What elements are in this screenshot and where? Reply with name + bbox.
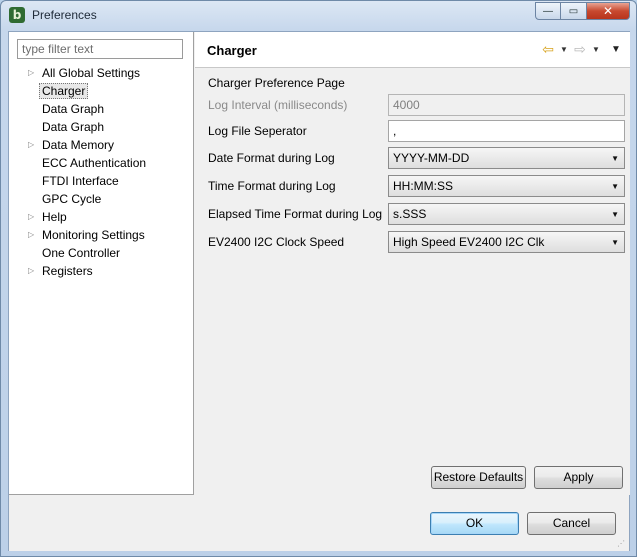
log-file-separator-label: Log File Seperator <box>208 124 307 138</box>
elapsed-format-select[interactable]: s.SSS ▼ <box>388 203 625 225</box>
minimize-button[interactable]: — <box>535 2 561 20</box>
time-format-value: HH:MM:SS <box>393 179 453 193</box>
page-title: Charger <box>207 43 257 58</box>
date-format-value: YYYY-MM-DD <box>393 151 470 165</box>
tree-item-label: ECC Authentication <box>42 156 147 170</box>
filter-input[interactable] <box>17 39 183 59</box>
close-icon: ✕ <box>602 4 614 18</box>
tree-item-label: One Controller <box>42 246 121 260</box>
app-icon: b <box>9 7 25 23</box>
minimize-icon: — <box>543 5 553 17</box>
title-bar[interactable]: b Preferences — ▭ ✕ <box>1 1 636 31</box>
time-format-row: Time Format during Log HH:MM:SS ▼ <box>208 175 625 197</box>
elapsed-format-row: Elapsed Time Format during Log s.SSS ▼ <box>208 203 625 225</box>
window-title: Preferences <box>32 8 97 22</box>
maximize-button[interactable]: ▭ <box>561 2 587 20</box>
tree-item-help[interactable]: ▷ Help <box>9 208 193 226</box>
back-arrow-icon[interactable]: ⇦ <box>540 41 556 58</box>
tree-item-ecc-authentication[interactable]: ECC Authentication <box>9 154 193 172</box>
dialog-footer: OK Cancel ⋰ <box>9 496 629 551</box>
date-format-select[interactable]: YYYY-MM-DD ▼ <box>388 147 625 169</box>
tree-item-label: GPC Cycle <box>42 192 102 206</box>
tree-item-data-memory[interactable]: ▷ Data Memory <box>9 136 193 154</box>
log-file-separator-row: Log File Seperator , <box>208 120 625 142</box>
cancel-button[interactable]: Cancel <box>527 512 616 535</box>
maximize-icon: ▭ <box>568 5 579 17</box>
history-navigation: ⇦ ▼ ⇨ ▼ ▼ <box>540 41 624 58</box>
expand-arrow-icon[interactable]: ▷ <box>28 208 38 226</box>
tree-item-all-global-settings[interactable]: ▷ All Global Settings <box>9 64 193 82</box>
elapsed-format-label: Elapsed Time Format during Log <box>208 207 383 221</box>
dialog-client-area: ▷ All Global Settings Charger Data Graph… <box>8 31 630 551</box>
time-format-label: Time Format during Log <box>208 179 336 193</box>
tree-item-monitoring-settings[interactable]: ▷ Monitoring Settings <box>9 226 193 244</box>
tree-item-one-controller[interactable]: One Controller <box>9 244 193 262</box>
expand-arrow-icon[interactable]: ▷ <box>28 136 38 154</box>
tree-item-label: Data Graph <box>42 120 105 134</box>
tree-item-charger[interactable]: Charger <box>9 82 193 100</box>
expand-arrow-icon[interactable]: ▷ <box>28 64 38 82</box>
tree-item-label: All Global Settings <box>42 66 141 80</box>
tree-item-data-graph[interactable]: Data Graph <box>9 100 193 118</box>
restore-defaults-button[interactable]: Restore Defaults <box>431 466 526 489</box>
tree-item-data-graph-2[interactable]: Data Graph <box>9 118 193 136</box>
chevron-down-icon: ▼ <box>611 154 619 163</box>
time-format-select[interactable]: HH:MM:SS ▼ <box>388 175 625 197</box>
expand-arrow-icon[interactable]: ▷ <box>28 226 38 244</box>
clock-speed-row: EV2400 I2C Clock Speed High Speed EV2400… <box>208 231 625 253</box>
clock-speed-label: EV2400 I2C Clock Speed <box>208 235 345 249</box>
elapsed-format-value: s.SSS <box>393 207 427 221</box>
tree-item-label: FTDI Interface <box>42 174 119 188</box>
tree-item-label: Data Graph <box>42 102 105 116</box>
page-description: Charger Preference Page <box>208 76 345 90</box>
resize-grip-icon[interactable]: ⋰ <box>617 539 627 549</box>
clock-speed-select[interactable]: High Speed EV2400 I2C Clk ▼ <box>388 231 625 253</box>
expand-arrow-icon[interactable]: ▷ <box>28 262 38 280</box>
tree-item-gpc-cycle[interactable]: GPC Cycle <box>9 190 193 208</box>
forward-arrow-icon[interactable]: ⇨ <box>572 41 588 58</box>
preferences-window: b Preferences — ▭ ✕ ▷ All Global Setting… <box>0 0 637 557</box>
view-menu-icon[interactable]: ▼ <box>608 44 624 55</box>
back-dropdown-icon[interactable]: ▼ <box>558 45 570 54</box>
close-button[interactable]: ✕ <box>587 2 630 20</box>
apply-button[interactable]: Apply <box>534 466 623 489</box>
chevron-down-icon: ▼ <box>611 182 619 191</box>
ok-button[interactable]: OK <box>430 512 519 535</box>
tree-item-ftdi-interface[interactable]: FTDI Interface <box>9 172 193 190</box>
log-interval-row: Log Interval (milliseconds) 4000 <box>208 94 625 116</box>
log-file-separator-field[interactable]: , <box>388 120 625 142</box>
chevron-down-icon: ▼ <box>611 210 619 219</box>
date-format-label: Date Format during Log <box>208 151 335 165</box>
preference-page: Charger ⇦ ▼ ⇨ ▼ ▼ Charger Preference Pag… <box>195 32 630 495</box>
tree-item-label: Monitoring Settings <box>42 228 145 242</box>
window-controls: — ▭ ✕ <box>535 2 630 20</box>
tree-item-registers[interactable]: ▷ Registers <box>9 262 193 280</box>
forward-dropdown-icon[interactable]: ▼ <box>590 45 602 54</box>
log-interval-field: 4000 <box>388 94 625 116</box>
tree-item-label: Data Memory <box>42 138 115 152</box>
clock-speed-value: High Speed EV2400 I2C Clk <box>393 235 545 249</box>
page-header: Charger ⇦ ▼ ⇨ ▼ ▼ <box>195 32 630 68</box>
date-format-row: Date Format during Log YYYY-MM-DD ▼ <box>208 147 625 169</box>
log-interval-label: Log Interval (milliseconds) <box>208 98 348 112</box>
preference-tree-panel: ▷ All Global Settings Charger Data Graph… <box>9 32 194 495</box>
tree-item-label: Charger <box>39 83 89 99</box>
preference-tree: ▷ All Global Settings Charger Data Graph… <box>9 64 193 280</box>
tree-item-label: Help <box>42 210 67 224</box>
tree-item-label: Registers <box>42 264 93 278</box>
chevron-down-icon: ▼ <box>611 238 619 247</box>
